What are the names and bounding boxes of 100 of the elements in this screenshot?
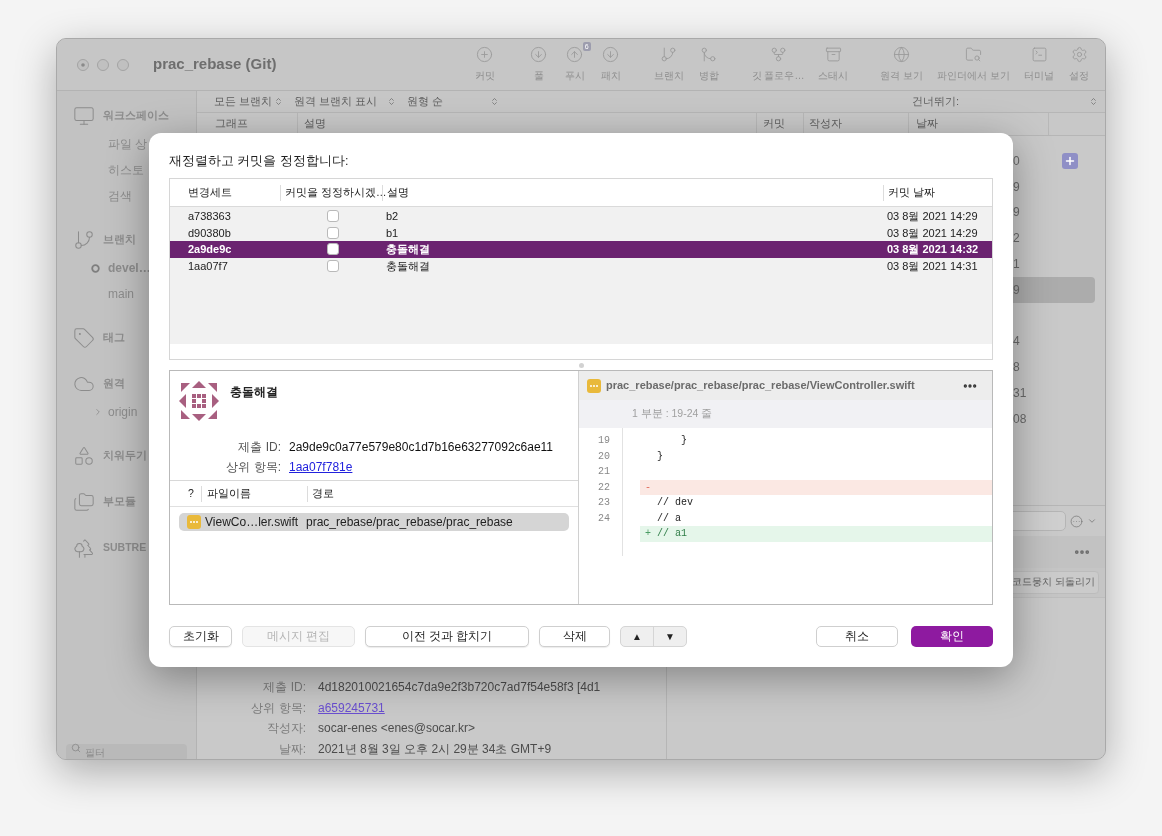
date-cell: 03 8월 2021 14:32 (887, 243, 979, 255)
changeset-cell: 2a9de9c (188, 243, 232, 255)
commit-row[interactable]: d90380b b1 03 8월 2021 14:29 (170, 224, 992, 241)
column-header[interactable]: 변경세트 (188, 184, 232, 201)
file-icon (187, 515, 201, 529)
changeset-cell: d90380b (188, 226, 231, 239)
amend-checkbox[interactable] (327, 226, 339, 239)
detail-label: 상위 항목: (250, 699, 306, 717)
dialog-title: 재정렬하고 커밋을 정정합니다: (169, 153, 350, 169)
diff-line: // a (656, 511, 682, 526)
branch-icon (73, 229, 95, 251)
folder-icon (965, 46, 983, 63)
table-cell-text: 4 (1013, 333, 1020, 351)
description-cell: 충돌해결 (386, 243, 430, 255)
terminal-icon (1030, 46, 1048, 63)
move-down-button[interactable]: ▼ (654, 627, 686, 646)
move-up-button[interactable]: ▲ (621, 627, 654, 646)
meta-value: 2a9de9c0a77e579e80c1d7b16e63277092c6ae11 (289, 439, 554, 456)
file-path: prac_rebase/prac_rebase/prac_rebase (306, 514, 513, 531)
plus-icon (1064, 154, 1076, 167)
dropdown[interactable]: 원격 브랜치 표시 (287, 93, 400, 110)
file-icon (587, 378, 601, 393)
column-header[interactable]: 파일이름 (207, 485, 251, 502)
commit-title: 충돌해결 (230, 384, 278, 401)
column-header[interactable]: 설명 (387, 184, 409, 201)
table-cell-text: 9 (1013, 204, 1020, 222)
column-header[interactable]: 설명 (304, 116, 326, 132)
updown-icon (274, 97, 283, 106)
ellipsis-circle-icon[interactable] (1070, 514, 1083, 528)
window-control-icon[interactable] (97, 58, 109, 71)
chevron-right-icon[interactable] (93, 407, 103, 417)
updown-icon (490, 97, 499, 106)
column-header[interactable]: 작성자 (809, 116, 842, 132)
commit-row[interactable]: 0 (999, 148, 1095, 174)
amend-checkbox[interactable] (327, 210, 339, 223)
changeset-cell: a738363 (188, 210, 231, 222)
dropdown[interactable]: 모든 브랜치 (197, 93, 287, 110)
detail-label: 작성자: (265, 720, 306, 738)
diff-line: } (680, 434, 688, 449)
cancel-button[interactable]: 취소 (816, 626, 898, 647)
add-button[interactable] (1062, 152, 1078, 169)
parent-link[interactable]: a659245731 (318, 698, 385, 717)
column-header[interactable]: 날짜 (916, 116, 938, 132)
meta-label: 제출 ID: (237, 439, 281, 456)
branch-icon (660, 46, 678, 63)
diff-line: // dev (656, 496, 694, 511)
commit-row[interactable]: a738363 b2 03 8월 2021 14:29 (170, 208, 992, 225)
splitter-handle[interactable] (578, 362, 584, 368)
detail-value: 4d182010021654c7da9e2f3b720c7ad7f54e58f3 [4d1 (318, 679, 601, 697)
amend-checkbox[interactable] (327, 259, 339, 272)
chevron-down-icon[interactable] (1087, 516, 1097, 526)
table-cell-text: 9 (1013, 281, 1020, 299)
search-icon (71, 743, 81, 753)
table-cell-text: 08 (1013, 410, 1027, 428)
table-cell-text: 1 (1013, 256, 1020, 274)
diff-line: } (656, 449, 664, 464)
fork-icon (769, 46, 787, 63)
detail-label: 제출 ID: (262, 679, 306, 697)
tag-icon (73, 327, 95, 349)
current-branch-icon (91, 263, 100, 273)
column-header[interactable]: ? (188, 485, 194, 502)
line-number: 24 (598, 511, 610, 526)
updown-icon[interactable] (1089, 97, 1098, 106)
line-number: 19 (598, 434, 610, 449)
parent-link[interactable]: 1aa07f781e (289, 458, 353, 476)
line-number: 23 (598, 496, 610, 511)
globe-icon (893, 46, 911, 63)
window-control-icon[interactable] (77, 58, 89, 71)
avatar-icon (179, 381, 219, 421)
date-cell: 03 8월 2021 14:29 (887, 226, 978, 239)
detail-value: 2021년 8월 3일 오후 2시 29분 34초 GMT+9 (318, 740, 552, 758)
jump-label: 건너뛰기: (911, 94, 959, 110)
window-title: prac_rebase (Git) (153, 54, 277, 75)
table-cell-text: 2 (1013, 230, 1020, 248)
line-number: 20 (598, 449, 610, 464)
line-number: 21 (598, 465, 610, 480)
dialog-button[interactable]: 초기화 (169, 626, 232, 647)
dialog-button[interactable]: 이전 것과 합치기 (365, 626, 529, 647)
shapes-icon (73, 445, 95, 467)
column-header[interactable]: 경로 (312, 485, 334, 502)
changeset-cell: 1aa07f7 (188, 259, 228, 272)
column-header[interactable]: 커밋 날짜 (888, 184, 935, 201)
table-cell-text: 31 (1013, 385, 1027, 403)
column-header[interactable]: 커밋을 정정하시겠… (285, 184, 387, 201)
monitor-icon (73, 105, 95, 127)
column-header[interactable]: 커밋 (763, 116, 785, 132)
file-row[interactable]: ViewCo…ler.swift prac_rebase/prac_rebase/prac_rebase (179, 513, 569, 531)
amend-checkbox[interactable] (327, 243, 339, 256)
commit-row[interactable]: 2a9de9c 충돌해결 03 8월 2021 14:32 (170, 241, 992, 258)
dialog-button[interactable]: 삭제 (539, 626, 610, 647)
confirm-button[interactable]: 확인 (911, 626, 993, 647)
column-header[interactable]: 그래프 (215, 116, 248, 132)
table-cell-text: 0 (1013, 152, 1020, 170)
window-control-icon[interactable] (117, 58, 129, 71)
dropdown[interactable]: 원형 순 (400, 93, 503, 110)
description-cell: b2 (386, 210, 399, 222)
date-cell: 03 8월 2021 14:31 (887, 259, 978, 272)
merge-icon (700, 46, 718, 63)
commit-row[interactable]: 1aa07f7 충돌해결 03 8월 2021 14:31 (170, 257, 992, 274)
date-cell: 03 8월 2021 14:29 (887, 210, 978, 222)
